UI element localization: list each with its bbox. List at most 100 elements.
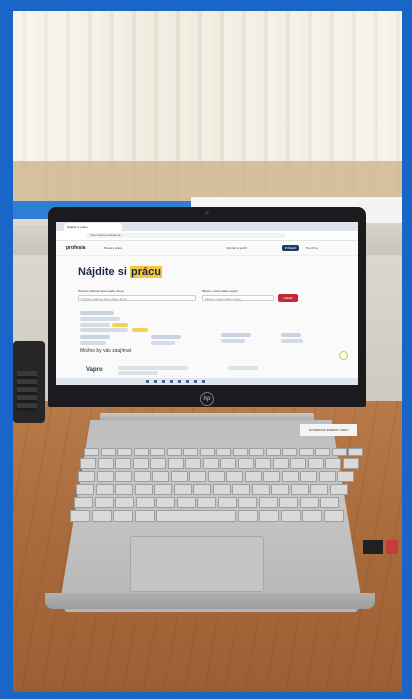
keyboard-key[interactable] bbox=[185, 458, 201, 469]
site-logo[interactable]: profesia bbox=[66, 245, 85, 251]
keyboard-key[interactable] bbox=[212, 484, 231, 495]
keyboard-key[interactable] bbox=[323, 510, 344, 522]
keyboard-key[interactable] bbox=[226, 471, 243, 482]
keyboard-key[interactable] bbox=[281, 471, 299, 482]
keyboard-key[interactable] bbox=[249, 448, 264, 456]
keyboard-key[interactable] bbox=[325, 458, 341, 469]
link-block[interactable] bbox=[151, 341, 175, 345]
link-block[interactable] bbox=[80, 328, 128, 332]
taskbar-app-icon[interactable] bbox=[194, 380, 197, 383]
keyboard-key[interactable] bbox=[156, 510, 236, 522]
keyboard-key[interactable] bbox=[282, 448, 297, 456]
keyboard-key[interactable] bbox=[237, 510, 258, 522]
link-block[interactable] bbox=[221, 333, 251, 337]
keyboard-key[interactable] bbox=[133, 448, 149, 456]
keyboard-key[interactable] bbox=[315, 448, 330, 456]
keyboard-key[interactable] bbox=[217, 497, 237, 508]
keyboard-key[interactable] bbox=[258, 497, 278, 508]
tag-pill[interactable] bbox=[112, 323, 128, 327]
keyboard-key[interactable] bbox=[173, 484, 192, 495]
keyboard-key[interactable] bbox=[133, 471, 151, 482]
keyboard-key[interactable] bbox=[156, 497, 175, 508]
keyboard-key[interactable] bbox=[216, 448, 231, 456]
nav-profile[interactable]: Vytvoriť si profil bbox=[226, 246, 247, 250]
keyboard-key[interactable] bbox=[232, 448, 248, 456]
keyboard-key[interactable] bbox=[272, 458, 289, 469]
nav-offers[interactable]: Ponuky práce bbox=[104, 246, 122, 250]
keyboard-key[interactable] bbox=[302, 510, 322, 522]
link-block[interactable] bbox=[281, 339, 303, 343]
partner-logo[interactable]: Vapro bbox=[86, 367, 103, 373]
keyboard-key[interactable] bbox=[320, 497, 339, 508]
keyboard-key[interactable] bbox=[115, 484, 133, 495]
keyboard-key[interactable] bbox=[290, 458, 306, 469]
keyboard-key[interactable] bbox=[193, 484, 211, 495]
link-block[interactable] bbox=[281, 333, 301, 337]
keyboard-key[interactable] bbox=[199, 448, 215, 456]
keyboard-key[interactable] bbox=[318, 471, 336, 482]
taskbar-app-icon[interactable] bbox=[202, 380, 205, 383]
taskbar-app-icon[interactable] bbox=[178, 380, 181, 383]
keyboard-key[interactable] bbox=[117, 448, 132, 456]
keyboard-key[interactable] bbox=[197, 497, 216, 508]
keyboard-key[interactable] bbox=[251, 484, 270, 495]
keyboard-key[interactable] bbox=[100, 448, 116, 456]
login-button[interactable]: Prihlásiť bbox=[282, 245, 299, 251]
keyboard-key[interactable] bbox=[94, 497, 114, 508]
keyboard-key[interactable] bbox=[132, 458, 149, 469]
search-what-input[interactable]: Pozícia, kľúčové slovo alebo firma bbox=[78, 295, 196, 301]
keyboard-key[interactable] bbox=[134, 484, 153, 495]
keyboard-key[interactable] bbox=[78, 471, 95, 482]
keyboard-key[interactable] bbox=[115, 497, 134, 508]
keyboard-key[interactable] bbox=[167, 458, 184, 469]
search-where-input[interactable]: Miesto, mesto alebo región bbox=[202, 295, 274, 301]
keyboard-key[interactable] bbox=[329, 484, 348, 495]
keyboard-key[interactable] bbox=[113, 510, 133, 522]
keyboard-key[interactable] bbox=[232, 484, 250, 495]
link-block[interactable] bbox=[80, 341, 106, 345]
address-bar[interactable]: https://www.profesia.sk bbox=[86, 233, 286, 238]
keyboard-key[interactable] bbox=[189, 471, 206, 482]
keyboard-key[interactable] bbox=[298, 448, 314, 456]
keyboard-key[interactable] bbox=[290, 484, 309, 495]
link-block[interactable] bbox=[80, 335, 110, 339]
keyboard-key[interactable] bbox=[91, 510, 112, 522]
keyboard-key[interactable] bbox=[170, 471, 188, 482]
search-button[interactable]: Hľadať bbox=[278, 294, 298, 302]
link-block[interactable] bbox=[80, 323, 110, 327]
keyboard-key[interactable] bbox=[271, 484, 289, 495]
keyboard-key[interactable] bbox=[331, 448, 347, 456]
keyboard-key[interactable] bbox=[150, 448, 165, 456]
keyboard-key[interactable] bbox=[337, 471, 354, 482]
keyboard-key[interactable] bbox=[166, 448, 182, 456]
keyboard-key[interactable] bbox=[84, 448, 99, 456]
keyboard-key[interactable] bbox=[220, 458, 236, 469]
nav-companies[interactable]: Pre firmy bbox=[306, 246, 318, 250]
keyboard-key[interactable] bbox=[80, 458, 96, 469]
keyboard-key[interactable] bbox=[310, 484, 328, 495]
taskbar-app-icon[interactable] bbox=[186, 380, 189, 383]
link-block[interactable] bbox=[80, 317, 120, 321]
start-icon[interactable] bbox=[146, 380, 149, 383]
keyboard-key[interactable] bbox=[255, 458, 271, 469]
keyboard-key[interactable] bbox=[238, 497, 257, 508]
keyboard-key[interactable] bbox=[135, 497, 155, 508]
keyboard-key[interactable] bbox=[76, 484, 94, 495]
taskbar-app-icon[interactable] bbox=[170, 380, 173, 383]
keyboard-key[interactable] bbox=[207, 471, 225, 482]
link-block[interactable] bbox=[80, 311, 114, 315]
tag-pill[interactable] bbox=[132, 328, 148, 332]
keyboard-key[interactable] bbox=[265, 448, 281, 456]
keyboard-key[interactable] bbox=[244, 471, 262, 482]
keyboard-key[interactable] bbox=[150, 458, 166, 469]
keyboard-key[interactable] bbox=[300, 471, 317, 482]
keyboard-key[interactable] bbox=[307, 458, 324, 469]
keyboard-key[interactable] bbox=[237, 458, 254, 469]
keyboard-key[interactable] bbox=[202, 458, 219, 469]
keyboard-key[interactable] bbox=[154, 484, 172, 495]
taskbar-app-icon[interactable] bbox=[154, 380, 157, 383]
keyboard-key[interactable] bbox=[97, 458, 114, 469]
keyboard-key[interactable] bbox=[348, 448, 363, 456]
keyboard-key[interactable] bbox=[70, 510, 90, 522]
keyboard-key[interactable] bbox=[95, 484, 114, 495]
